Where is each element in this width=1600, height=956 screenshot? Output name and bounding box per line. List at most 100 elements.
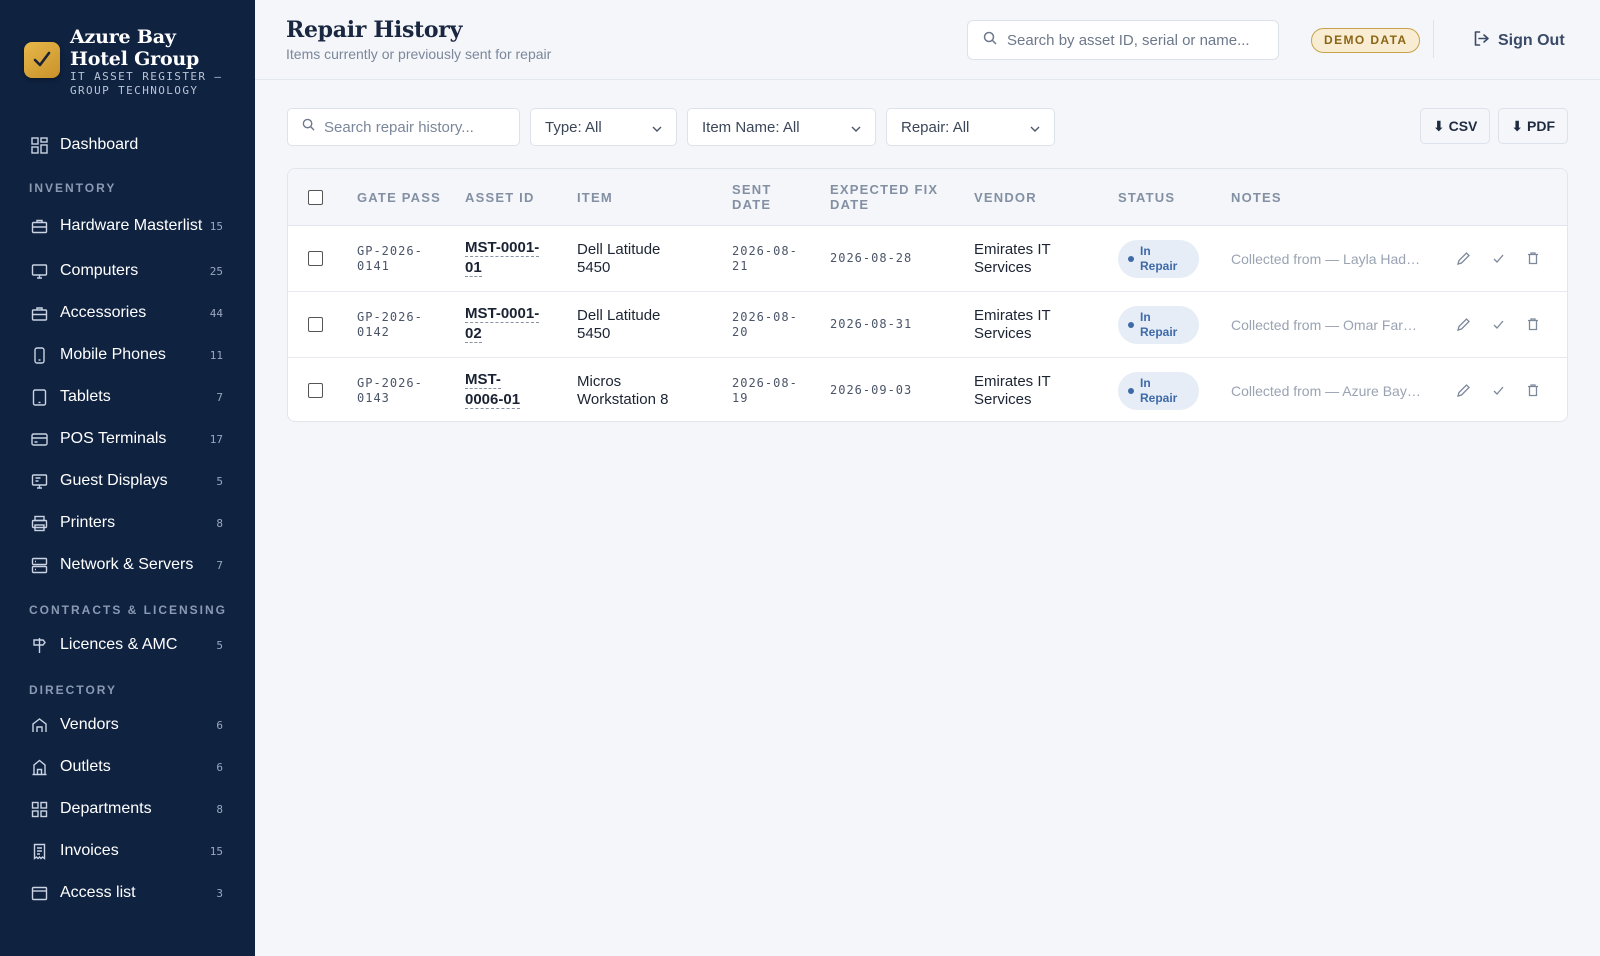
card-icon [30, 430, 48, 448]
expected-date-cell: 2026-08-31 [830, 317, 913, 331]
sidebar-item-departments[interactable]: Departments 8 [0, 788, 255, 830]
type-filter-value: Type: All [545, 118, 602, 136]
sent-date-cell: 2026-08-19 [732, 376, 798, 405]
select-all-checkbox[interactable] [308, 190, 323, 205]
sidebar-item-label: Hardware Masterlist [60, 217, 203, 234]
sidebar-item-mobile-phones[interactable]: Mobile Phones 11 [0, 334, 255, 376]
column-header-vendor[interactable]: VENDOR [974, 190, 1037, 205]
row-checkbox[interactable] [308, 251, 323, 266]
item-cell: Micros Workstation 8 [577, 373, 669, 408]
sidebar-item-count: 15 [209, 219, 223, 233]
item-cell: Dell Latitude 5450 [577, 241, 661, 276]
sidebar-item-network-servers[interactable]: Network & Servers 7 [0, 544, 255, 586]
status-badge: In Repair [1118, 240, 1199, 278]
chevron-down-icon [851, 119, 861, 136]
asset-id-link[interactable]: MST-0006-01 [465, 370, 535, 410]
export-pdf-button[interactable]: ⬇ PDF [1498, 108, 1568, 144]
sidebar-item-invoices[interactable]: Invoices 15 [0, 830, 255, 872]
table-row[interactable]: GP-2026-0141 MST-0001-01 Dell Latitude 5… [288, 226, 1567, 292]
edit-icon[interactable] [1453, 380, 1473, 400]
sidebar-item-label: Guest Displays [60, 472, 168, 489]
sidebar-item-guest-displays[interactable]: Guest Displays 5 [0, 460, 255, 502]
sidebar-item-vendors[interactable]: Vendors 6 [0, 704, 255, 746]
check-icon[interactable] [1488, 248, 1508, 268]
table-row[interactable]: GP-2026-0142 MST-0001-02 Dell Latitude 5… [288, 292, 1567, 358]
gate-pass-cell: GP-2026-0142 [357, 310, 423, 339]
edit-icon[interactable] [1453, 314, 1473, 334]
sidebar-item-printers[interactable]: Printers 8 [0, 502, 255, 544]
sidebar-item-label: Mobile Phones [60, 346, 166, 363]
sidebar-item-count: 7 [216, 390, 223, 404]
dashboard-icon [30, 136, 48, 154]
demo-data-badge: DEMO DATA [1311, 28, 1421, 53]
window-icon [30, 884, 48, 902]
nav-section-inventory: INVENTORY [29, 181, 117, 195]
sent-date-cell: 2026-08-21 [732, 244, 798, 273]
expected-date-cell: 2026-08-28 [830, 251, 913, 265]
edit-icon[interactable] [1453, 248, 1473, 268]
sidebar-item-tablets[interactable]: Tablets 7 [0, 376, 255, 418]
status-dot [1128, 322, 1134, 328]
export-csv-button[interactable]: ⬇ CSV [1419, 108, 1491, 144]
vendor-cell: Emirates IT Services [974, 307, 1051, 342]
chevron-down-icon [1030, 119, 1040, 136]
sign-out-icon [1473, 30, 1498, 52]
sidebar-item-label: Access list [60, 884, 136, 901]
repair-filter-select[interactable]: Repair: All [886, 108, 1055, 146]
column-header-status[interactable]: STATUS [1118, 190, 1175, 205]
sidebar-item-label: POS Terminals [60, 430, 167, 447]
trash-icon[interactable] [1523, 380, 1543, 400]
sidebar-item-hardware-masterlist[interactable]: Hardware Masterlist 15 [0, 202, 255, 250]
check-icon[interactable] [1488, 314, 1508, 334]
column-header-asset-id[interactable]: ASSET ID [465, 190, 535, 205]
sidebar-item-label: Accessories [60, 304, 147, 321]
sidebar-item-licences-amc[interactable]: Licences & AMC 5 [0, 624, 255, 666]
sidebar-item-label: Network & Servers [60, 556, 194, 573]
column-header-sent-date[interactable]: SENT DATE [732, 182, 782, 212]
type-filter-select[interactable]: Type: All [530, 108, 677, 146]
sidebar-item-label: Outlets [60, 758, 111, 775]
phone-icon [30, 346, 48, 364]
row-checkbox[interactable] [308, 317, 323, 332]
asset-id-link[interactable]: MST-0001-01 [465, 238, 547, 278]
trash-icon[interactable] [1523, 248, 1543, 268]
sidebar-item-pos-terminals[interactable]: POS Terminals 17 [0, 418, 255, 460]
export-buttons: ⬇ CSV ⬇ PDF [1412, 108, 1568, 144]
table-row[interactable]: GP-2026-0143 MST-0006-01 Micros Workstat… [288, 358, 1567, 421]
column-header-expected-fix-date[interactable]: EXPECTED FIX DATE [830, 182, 940, 212]
vendor-cell: Emirates IT Services [974, 241, 1051, 276]
check-icon[interactable] [1488, 380, 1508, 400]
building-icon [30, 758, 48, 776]
brand-logo-icon [24, 42, 60, 78]
repair-search-input[interactable]: Search repair history... [287, 108, 520, 146]
item-name-filter-select[interactable]: Item Name: All [687, 108, 876, 146]
store-icon [30, 716, 48, 734]
asset-id-link[interactable]: MST-0001-02 [465, 304, 547, 344]
hardware-icon [30, 217, 48, 235]
printer-icon [30, 514, 48, 532]
sidebar-item-label: Vendors [60, 716, 119, 733]
column-header-item[interactable]: ITEM [577, 190, 613, 205]
trash-icon[interactable] [1523, 314, 1543, 334]
sidebar-item-dashboard[interactable]: Dashboard [0, 124, 255, 166]
sidebar-item-count: 11 [209, 348, 223, 362]
global-search-input[interactable]: Search by asset ID, serial or name... [967, 20, 1279, 60]
sidebar-item-access-list[interactable]: Access list 3 [0, 872, 255, 914]
column-header-notes[interactable]: NOTES [1231, 190, 1282, 205]
sign-out-button[interactable]: Sign Out [1473, 30, 1565, 52]
column-header-gate-pass[interactable]: GATE PASS [357, 190, 441, 205]
sidebar-item-accessories[interactable]: Accessories 44 [0, 292, 255, 334]
sidebar-item-label: Licences & AMC [60, 636, 178, 653]
sidebar-item-outlets[interactable]: Outlets 6 [0, 746, 255, 788]
gate-pass-cell: GP-2026-0143 [357, 376, 423, 405]
sidebar-item-computers[interactable]: Computers 25 [0, 250, 255, 292]
brand: Azure Bay Hotel Group IT ASSET REGISTER … [0, 0, 255, 118]
gate-pass-cell: GP-2026-0141 [357, 244, 423, 273]
repair-filter-value: Repair: All [901, 118, 970, 136]
filter-bar: Search repair history... Type: All Item … [287, 108, 1065, 146]
tablet-icon [30, 388, 48, 406]
item-name-filter-value: Item Name: All [702, 118, 800, 136]
nav-section-contracts: CONTRACTS & LICENSING [29, 603, 227, 617]
row-checkbox[interactable] [308, 383, 323, 398]
brand-subtitle: IT ASSET REGISTER — GROUP TECHNOLOGY [70, 70, 223, 97]
